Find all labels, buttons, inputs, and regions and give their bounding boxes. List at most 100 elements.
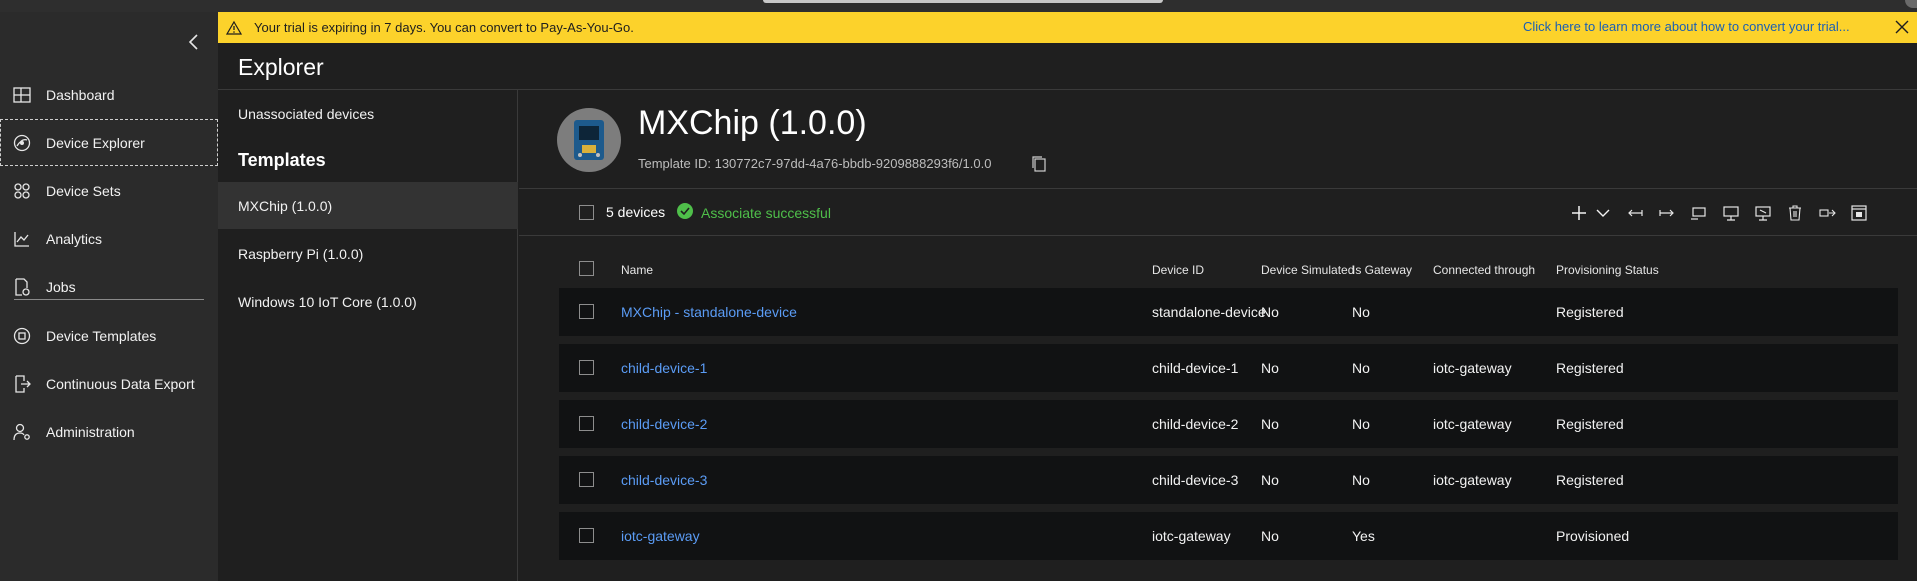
select-all-checkbox[interactable] [579,205,594,220]
connected-through-cell: iotc-gateway [1433,360,1512,376]
column-header-name[interactable]: Name [621,263,653,277]
device-id-cell: standalone-device [1152,304,1266,320]
row-checkbox[interactable] [579,416,594,431]
data-export-icon [12,374,32,394]
chevron-down-icon[interactable] [1592,202,1614,224]
jobs-icon [12,277,32,297]
provisioning-status-cell: Registered [1556,304,1624,320]
table-row[interactable]: child-device-1 child-device-1 No No iotc… [559,344,1898,392]
table-row[interactable]: child-device-2 child-device-2 No No iotc… [559,400,1898,448]
trial-message: Your trial is expiring in 7 days. You ca… [254,20,634,35]
device-id-cell: iotc-gateway [1152,528,1231,544]
nav-label-continuous-data-export: Continuous Data Export [46,375,195,392]
nav-item-dashboard[interactable]: Dashboard [0,71,218,118]
template-item-mxchip[interactable]: MXChip (1.0.0) [218,182,518,229]
template-item-raspberry-pi[interactable]: Raspberry Pi (1.0.0) [218,230,518,277]
delete-icon[interactable] [1784,202,1806,224]
window-top-strip [0,0,1917,12]
attach-gateway-icon[interactable] [1688,202,1710,224]
column-header-is-gateway[interactable]: Is Gateway [1352,263,1412,277]
association-status-text: Associate successful [701,204,831,221]
nav-item-device-sets[interactable]: Device Sets [0,167,218,214]
close-banner-icon[interactable] [1893,18,1911,36]
association-status: Associate successful [677,203,831,222]
row-checkbox[interactable] [579,528,594,543]
left-nav: Dashboard Device Explorer Device Sets An… [0,12,218,581]
unassociated-devices-link[interactable]: Unassociated devices [218,90,518,137]
provisioning-status-cell: Registered [1556,472,1624,488]
success-check-icon [677,203,693,222]
provisioning-status-cell: Registered [1556,416,1624,432]
device-simulated-cell: No [1261,360,1279,376]
nav-label-administration: Administration [46,423,135,440]
table-row[interactable]: MXChip - standalone-device standalone-de… [559,288,1898,336]
nav-label-device-explorer: Device Explorer [46,134,145,151]
column-header-provisioning-status[interactable]: Provisioning Status [1556,263,1659,277]
device-name-link[interactable]: child-device-1 [621,360,707,376]
row-checkbox[interactable] [579,360,594,375]
column-header-device-id[interactable]: Device ID [1152,263,1204,277]
column-header-device-simulated[interactable]: Device Simulated [1261,263,1354,277]
trial-banner: Your trial is expiring in 7 days. You ca… [218,12,1917,43]
nav-label-jobs: Jobs [46,278,76,295]
is-gateway-cell: No [1352,360,1370,376]
device-simulated-cell: No [1261,416,1279,432]
device-explorer-icon [12,133,32,153]
device-id-cell: child-device-2 [1152,416,1239,432]
nav-item-device-templates[interactable]: Device Templates [0,312,218,359]
nav-label-device-templates: Device Templates [46,327,157,344]
analytics-icon [12,229,32,249]
convert-trial-link[interactable]: Click here to learn more about how to co… [1523,19,1850,34]
nav-label-analytics: Analytics [46,230,103,247]
dashboard-icon [12,85,32,105]
device-name-link[interactable]: child-device-3 [621,472,707,488]
device-name-link[interactable]: child-device-2 [621,416,707,432]
templates-pane: Unassociated devices Templates MXChip (1… [218,90,518,581]
template-item-windows-iot[interactable]: Windows 10 IoT Core (1.0.0) [218,278,518,325]
column-options-icon[interactable] [1848,202,1870,224]
templates-heading: Templates [238,150,326,170]
is-gateway-cell: No [1352,416,1370,432]
copy-icon[interactable] [1031,155,1047,173]
column-header-connected-through[interactable]: Connected through [1433,263,1535,277]
add-icon[interactable] [1568,202,1590,224]
device-table-header: Name Device ID Device Simulated Is Gatew… [559,257,1898,283]
nav-item-jobs[interactable]: Jobs [0,263,218,310]
nav-item-analytics[interactable]: Analytics [0,215,218,262]
nav-label-device-sets: Device Sets [46,182,121,199]
migrate-right-icon[interactable] [1656,202,1678,224]
table-row[interactable]: iotc-gateway iotc-gateway No Yes Provisi… [559,512,1898,560]
device-name-link[interactable]: MXChip - standalone-device [621,304,797,320]
nav-item-administration[interactable]: Administration [0,408,218,455]
is-gateway-cell: No [1352,304,1370,320]
template-id: Template ID: 130772c7-97dd-4a76-bbdb-920… [638,156,992,171]
export-icon[interactable] [1816,202,1838,224]
profile-avatar-edge [1905,0,1917,8]
disconnect-device-icon[interactable] [1752,202,1774,224]
table-row[interactable]: child-device-3 child-device-3 No No iotc… [559,456,1898,504]
row-checkbox[interactable] [579,472,594,487]
nav-label-dashboard: Dashboard [46,86,115,103]
is-gateway-cell: No [1352,472,1370,488]
row-checkbox[interactable] [579,304,594,319]
device-simulated-cell: No [1261,472,1279,488]
connect-device-icon[interactable] [1720,202,1742,224]
provisioning-status-cell: Provisioned [1556,528,1630,544]
device-template-image [557,108,621,172]
administration-icon [12,422,32,442]
device-id-cell: child-device-1 [1152,360,1239,376]
explorer-header: Explorer [218,43,1917,90]
collapse-nav-chevron-icon[interactable] [182,30,206,54]
provisioning-status-cell: Registered [1556,360,1624,376]
header-checkbox[interactable] [579,261,594,276]
address-bar-edge [763,0,1163,3]
device-id-cell: child-device-3 [1152,472,1239,488]
nav-divider [14,299,204,300]
nav-item-continuous-data-export[interactable]: Continuous Data Export [0,360,218,407]
device-count: 5 devices [606,204,666,220]
toolbar-actions [1568,202,1880,224]
nav-item-device-explorer[interactable]: Device Explorer [0,119,218,166]
migrate-left-icon[interactable] [1624,202,1646,224]
device-name-link[interactable]: iotc-gateway [621,528,700,544]
device-list-pane: MXChip (1.0.0) Template ID: 130772c7-97d… [519,90,1917,581]
